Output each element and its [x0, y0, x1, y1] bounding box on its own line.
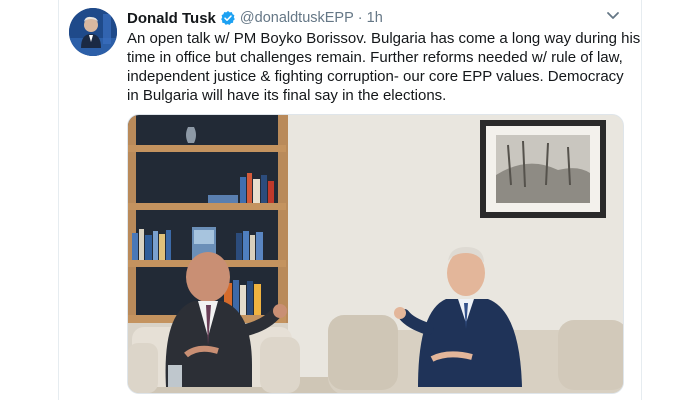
tweet-text-line: in Bulgaria will have its final say in t…	[127, 87, 447, 104]
tweet-text: An open talk w/ PM Boyko Borissov. Bulga…	[127, 29, 641, 105]
verified-badge-icon	[220, 10, 236, 26]
tweet-header: Donald Tusk @donaldtuskEPP · 1h	[127, 8, 383, 28]
meeting-photo[interactable]	[127, 114, 624, 394]
timeline-border-right	[641, 0, 642, 400]
twitter-timeline-frame: Donald Tusk @donaldtuskEPP · 1h An open …	[0, 0, 700, 400]
author-name[interactable]: Donald Tusk	[127, 10, 216, 27]
separator-dot: ·	[357, 10, 363, 26]
tweet-timestamp[interactable]: 1h	[367, 10, 383, 26]
tweet-text-line: time in office but challenges remain. Fu…	[127, 49, 623, 66]
tweet-text-line: independent justice & fighting corruptio…	[127, 68, 624, 85]
profile-avatar[interactable]	[69, 8, 117, 56]
tweet[interactable]: Donald Tusk @donaldtuskEPP · 1h An open …	[59, 0, 641, 400]
author-handle[interactable]: @donaldtuskEPP	[240, 10, 354, 26]
tweet-text-line: An open talk w/ PM Boyko Borissov. Bulga…	[127, 30, 641, 47]
chevron-down-icon[interactable]	[604, 9, 622, 23]
